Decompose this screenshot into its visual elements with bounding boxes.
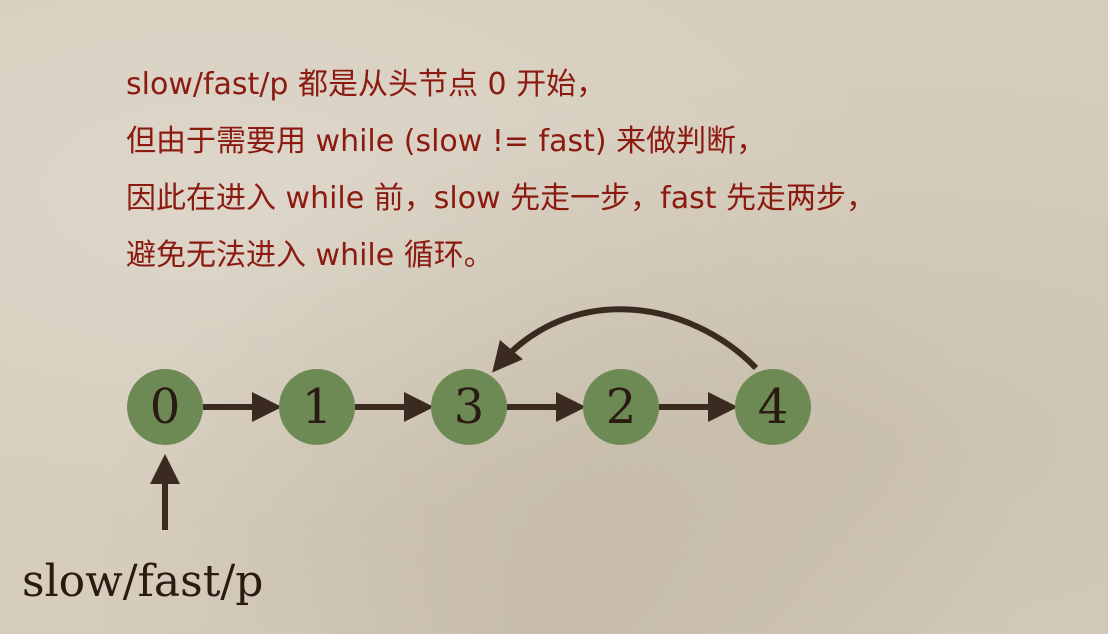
cycle-arrow (492, 306, 759, 373)
list-node: 3 (431, 369, 507, 445)
linked-list-diagram: 0 1 3 2 4 slow/fast/p (22, 306, 811, 607)
list-node: 1 (279, 369, 355, 445)
node-label: 0 (150, 379, 181, 435)
list-node: 2 (583, 369, 659, 445)
list-node: 4 (735, 369, 811, 445)
list-node: 0 (127, 369, 203, 445)
node-label: 4 (758, 379, 789, 435)
node-label: 2 (606, 379, 637, 435)
node-label: 1 (302, 379, 333, 435)
pointer-label: slow/fast/p (22, 556, 263, 607)
node-label: 3 (454, 379, 485, 435)
